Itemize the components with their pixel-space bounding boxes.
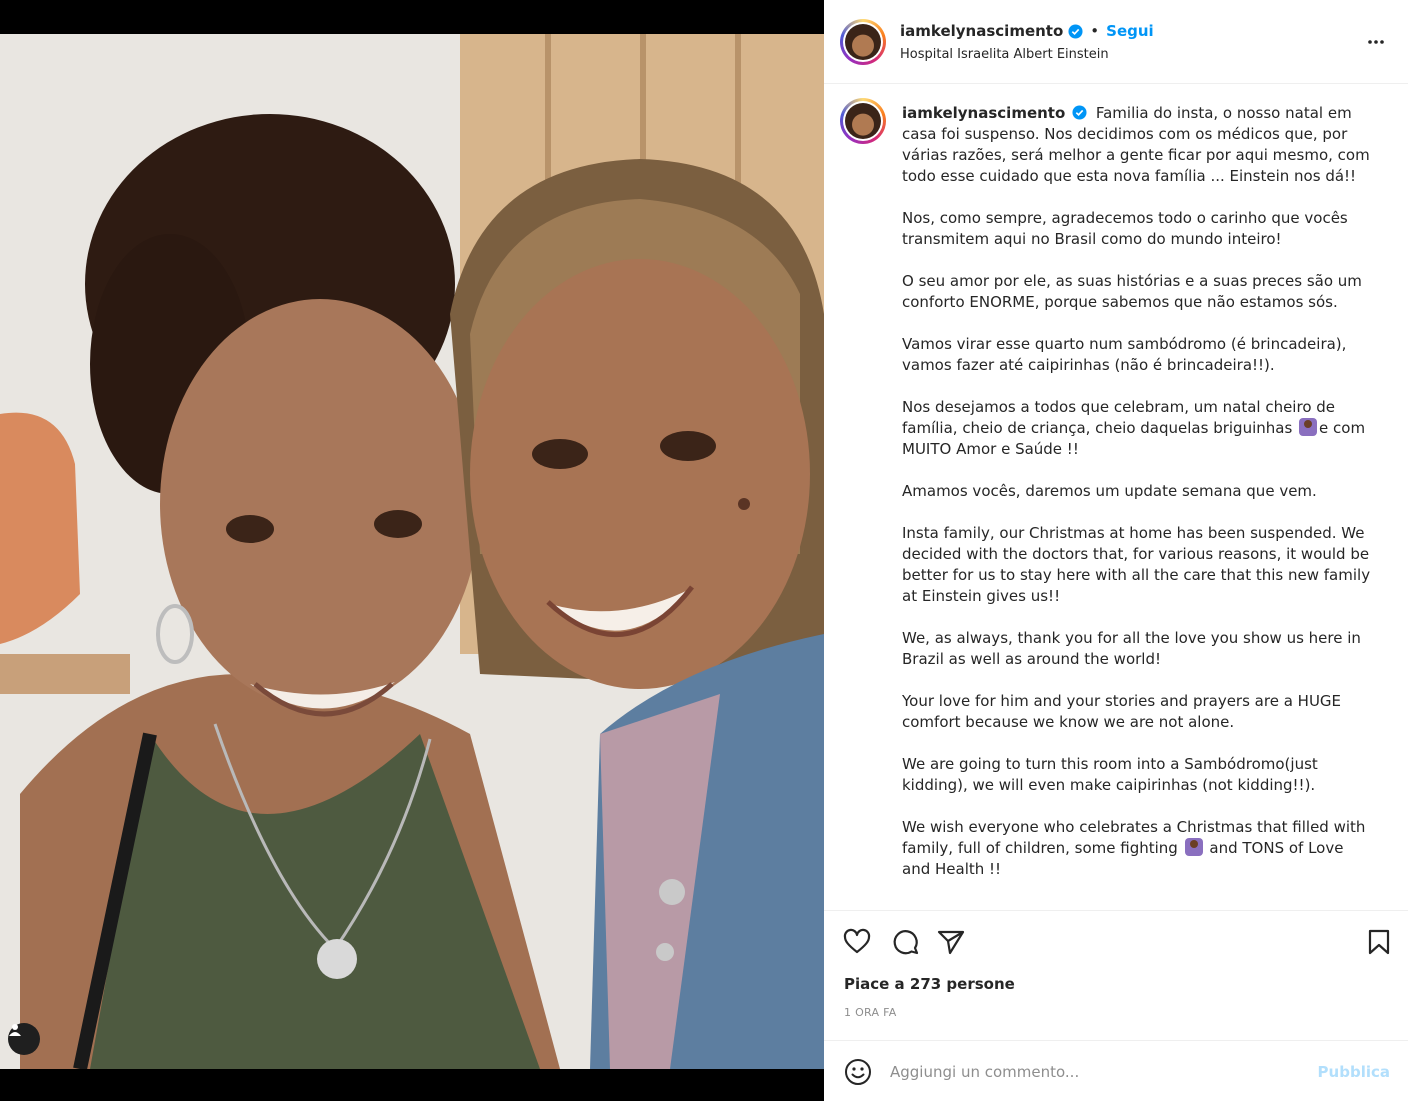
author-line: iamkelynascimento • Segui [900,22,1154,40]
separator-dot: • [1090,22,1100,40]
avatar-image [845,103,881,139]
caption-paragraph: O seu amor por ele, as suas histórias e … [902,272,1362,311]
follow-button[interactable]: Segui [1106,22,1154,40]
caption-author-avatar[interactable] [840,98,886,144]
caption-paragraph: Insta family, our Christmas at home has … [902,524,1371,605]
post-location[interactable]: Hospital Israelita Albert Einstein [900,47,1109,62]
emoji-smiley-icon[interactable] [844,1058,872,1086]
caption-paragraph: We are going to turn this room into a Sa… [902,755,1318,794]
more-horizontal-icon[interactable] [1364,30,1388,54]
verified-badge-icon [1072,105,1087,120]
post-media[interactable] [0,0,824,1101]
publish-button[interactable]: Pubblica [1318,1063,1390,1081]
post-caption: iamkelynascimento Familia do insta, o no… [902,103,1374,901]
person-gesturing-emoji-icon [1184,838,1203,856]
person-icon [9,1024,21,1036]
post-timestamp[interactable]: 1 ORA FA [844,1006,897,1019]
post-side-panel: iamkelynascimento • Segui Hospital Israe… [824,0,1408,1101]
post-actions [824,922,1408,962]
likes-count[interactable]: Piace a 273 persone [844,975,1015,993]
caption-paragraph: We, as always, thank you for all the lov… [902,629,1361,668]
post-photo[interactable] [0,34,824,1069]
caption-username[interactable]: iamkelynascimento [902,104,1065,122]
caption-paragraph: Nos desejamos a todos que celebram, um n… [902,398,1336,437]
bookmark-icon[interactable] [1364,927,1394,957]
heart-icon[interactable] [842,927,872,957]
avatar-image [845,24,881,60]
selfie-illustration [0,34,824,1069]
author-username[interactable]: iamkelynascimento [900,22,1063,40]
author-avatar[interactable] [840,19,886,65]
caption-paragraph: Vamos virar esse quarto num sambódromo (… [902,335,1347,374]
caption-paragraph: Nos, como sempre, agradecemos todo o car… [902,209,1348,248]
comment-bar: Pubblica [824,1040,1408,1102]
person-gesturing-emoji-icon [1299,418,1318,436]
caption-paragraph: Your love for him and your stories and p… [902,692,1342,731]
tagged-user-icon[interactable] [8,1023,40,1055]
comment-icon[interactable] [890,927,920,957]
caption-section: iamkelynascimento Familia do insta, o no… [824,84,1408,911]
post-header: iamkelynascimento • Segui Hospital Israe… [824,0,1408,84]
comment-input[interactable] [890,1061,1310,1083]
caption-paragraph: Amamos vocês, daremos um update semana q… [902,482,1317,500]
send-icon[interactable] [936,927,966,957]
verified-badge-icon [1068,23,1083,39]
